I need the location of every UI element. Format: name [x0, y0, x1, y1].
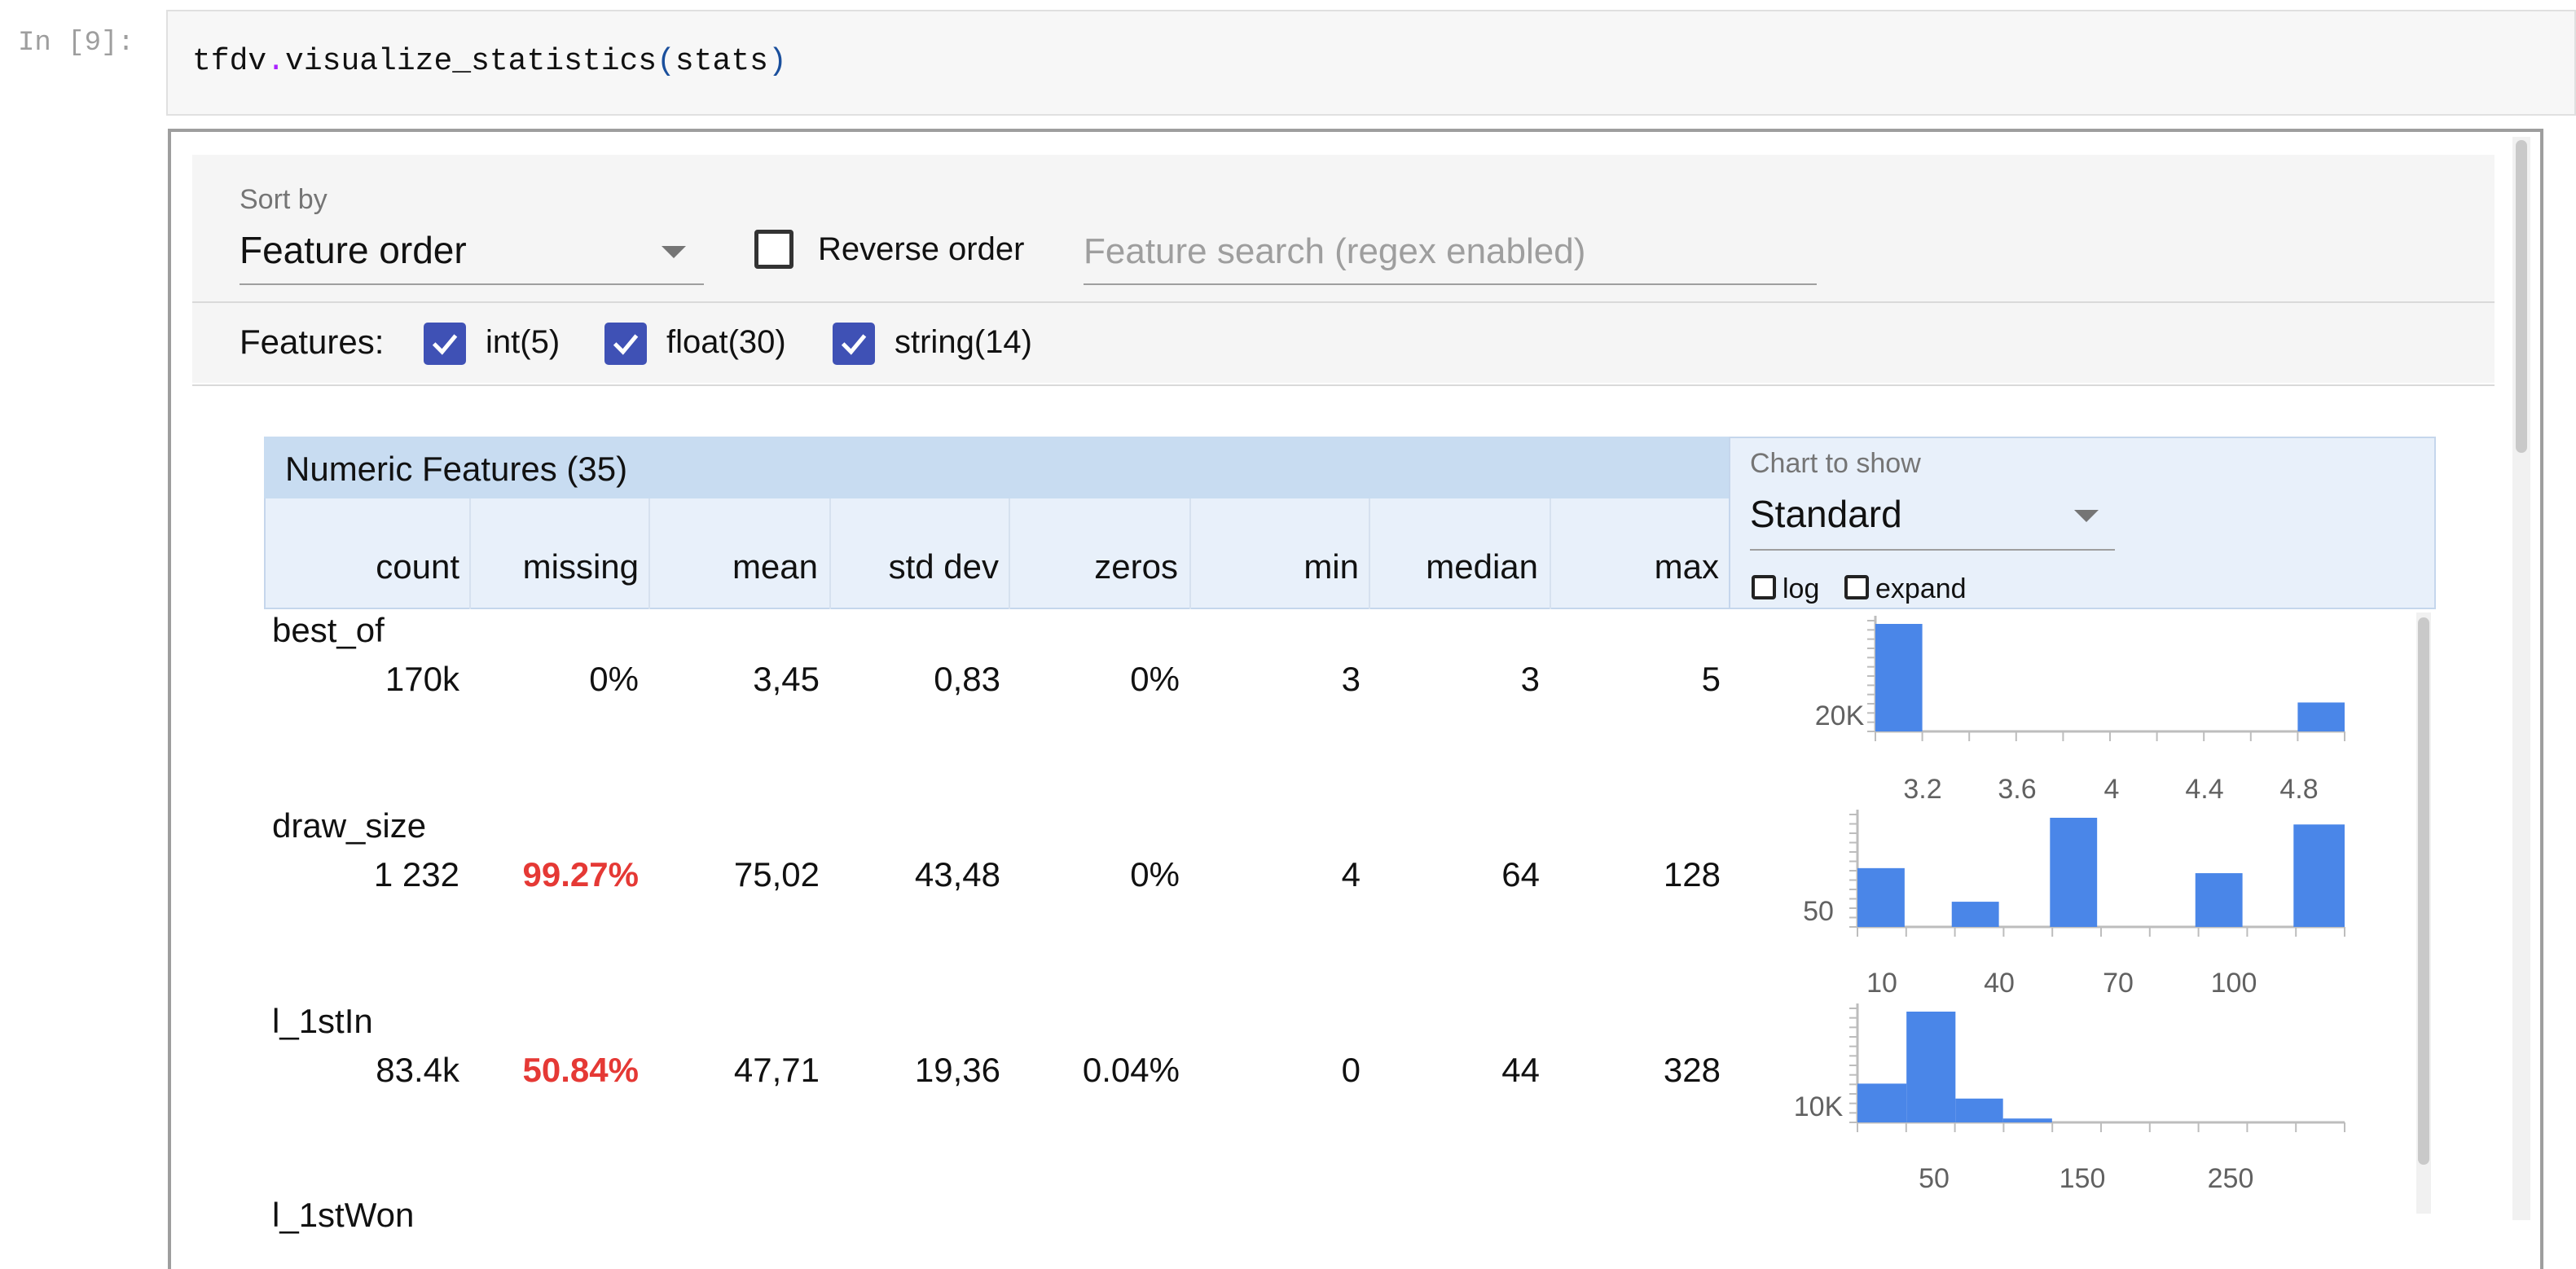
x-tick-label: 150: [2059, 1163, 2106, 1194]
x-tick-label: 3.2: [1903, 774, 1941, 805]
x-tick-label: 4.4: [2185, 774, 2223, 805]
histogram-bar[interactable]: [2297, 702, 2345, 731]
histogram-bar[interactable]: [2002, 1118, 2052, 1122]
x-tick-label: 50: [1919, 1163, 1950, 1194]
x-tick-label: 3.6: [1998, 774, 2036, 805]
histogram-bar[interactable]: [1857, 867, 1905, 927]
x-tick-label: 4.8: [2279, 774, 2318, 805]
histogram-bar[interactable]: [1951, 902, 1999, 927]
histogram-bar[interactable]: [1857, 1083, 1907, 1122]
histogram-bar[interactable]: [1955, 1098, 2003, 1122]
histogram-bar[interactable]: [2050, 818, 2098, 927]
x-tick-label: 250: [2208, 1163, 2254, 1194]
y-tick-label: 10K: [1794, 1091, 1844, 1122]
y-tick-label: 50: [1803, 896, 1834, 927]
x-tick-label: 70: [2103, 968, 2134, 999]
x-tick-label: 10: [1866, 968, 1897, 999]
histogram-bar[interactable]: [1875, 624, 1923, 731]
histogram-bar[interactable]: [2195, 873, 2243, 927]
histogram-bar[interactable]: [1906, 1012, 1956, 1122]
histogram-charts: 20K 3.2 3.6 4 4.4 4.8 50 10 40 70 100 10K 50 150 250: [1794, 616, 2345, 1194]
histogram-bar[interactable]: [2293, 824, 2345, 927]
x-tick-label: 4: [2104, 774, 2120, 805]
x-tick-label: 40: [1984, 968, 2015, 999]
y-tick-label: 20K: [1815, 700, 1865, 731]
x-tick-label: 100: [2211, 968, 2257, 999]
